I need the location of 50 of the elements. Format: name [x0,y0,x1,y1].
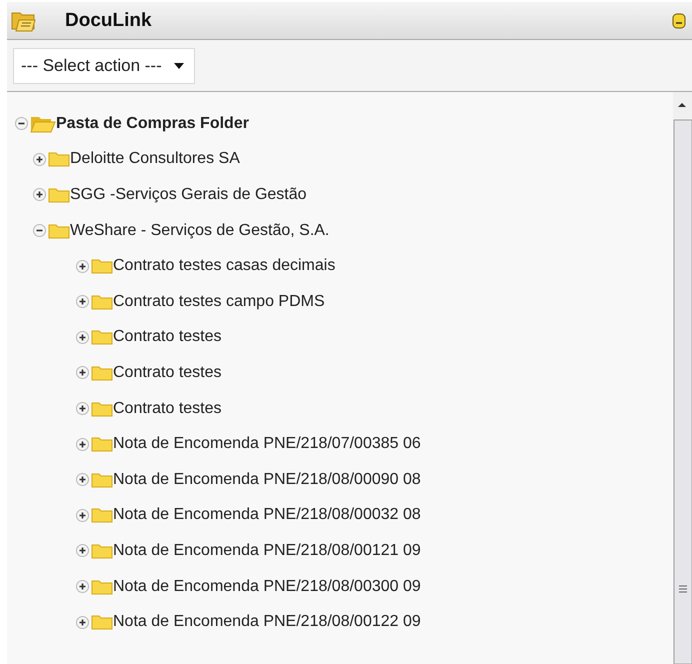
folder-label[interactable]: Nota de Encomenda PNE/218/08/00121 09 [113,542,421,560]
folder-label[interactable]: Nota de Encomenda PNE/218/08/00090 08 [113,470,421,489]
folder-icon [48,186,70,203]
scrollbar[interactable] [673,92,692,664]
expand-toggle-icon[interactable] [76,508,89,522]
expand-toggle-icon[interactable] [76,366,89,380]
folder-icon [91,436,113,452]
folder-label[interactable]: Contrato testes [113,328,222,346]
action-select[interactable]: --- Select action --- [13,48,195,84]
folder-label[interactable]: Nota de Encomenda PNE/218/07/00385 06 [113,435,421,454]
minimize-icon[interactable] [672,12,686,28]
folder-icon [91,364,113,381]
folder-icon [91,472,113,488]
collapse-toggle-icon[interactable] [33,224,46,238]
collapse-toggle-icon[interactable] [15,117,28,130]
folder-label[interactable]: Nota de Encomenda PNE/218/08/00300 09 [113,578,421,596]
expand-toggle-icon[interactable] [76,330,89,344]
expand-toggle-icon[interactable] [76,616,89,629]
folder-icon [48,222,70,239]
folder-icon [91,400,113,417]
expand-toggle-icon[interactable] [76,260,89,273]
folder-icon [91,614,113,630]
open-folder-icon [30,114,56,133]
folder-icon [91,329,113,346]
folder-icon [48,151,70,168]
folder-label[interactable]: Nota de Encomenda PNE/218/08/00122 09 [113,613,421,632]
expand-toggle-icon[interactable] [76,580,89,594]
expand-toggle-icon[interactable] [76,544,89,558]
folder-icon [91,542,113,559]
folder-label[interactable]: WeShare - Serviços de Gestão, S.A. [70,222,330,240]
folder-label[interactable]: Contrato testes [113,364,222,382]
expand-toggle-icon[interactable] [33,188,46,202]
folder-label[interactable]: Pasta de Compras Folder [56,114,249,133]
folder-icon [91,294,113,310]
expand-toggle-icon[interactable] [76,438,89,451]
folder-icon [91,507,113,524]
folder-label[interactable]: Nota de Encomenda PNE/218/08/00032 08 [113,506,421,524]
folder-icon [91,258,113,274]
caret-icon [174,62,184,68]
folder-label[interactable]: SGG -Serviços Gerais de Gestão [70,186,307,204]
folder-label[interactable]: Deloitte Consultores SA [70,150,240,168]
folder-label[interactable]: Contrato testes campo PDMS [113,292,325,311]
panel-title: DocuLink [65,10,152,32]
expand-toggle-icon[interactable] [76,402,89,416]
expand-toggle-icon[interactable] [76,295,89,308]
folder-icon [91,578,113,595]
expand-toggle-icon[interactable] [76,473,89,486]
folder-label[interactable]: Contrato testes casas decimais [113,257,336,276]
folder-label[interactable]: Contrato testes [113,400,222,418]
expand-toggle-icon[interactable] [33,152,46,166]
